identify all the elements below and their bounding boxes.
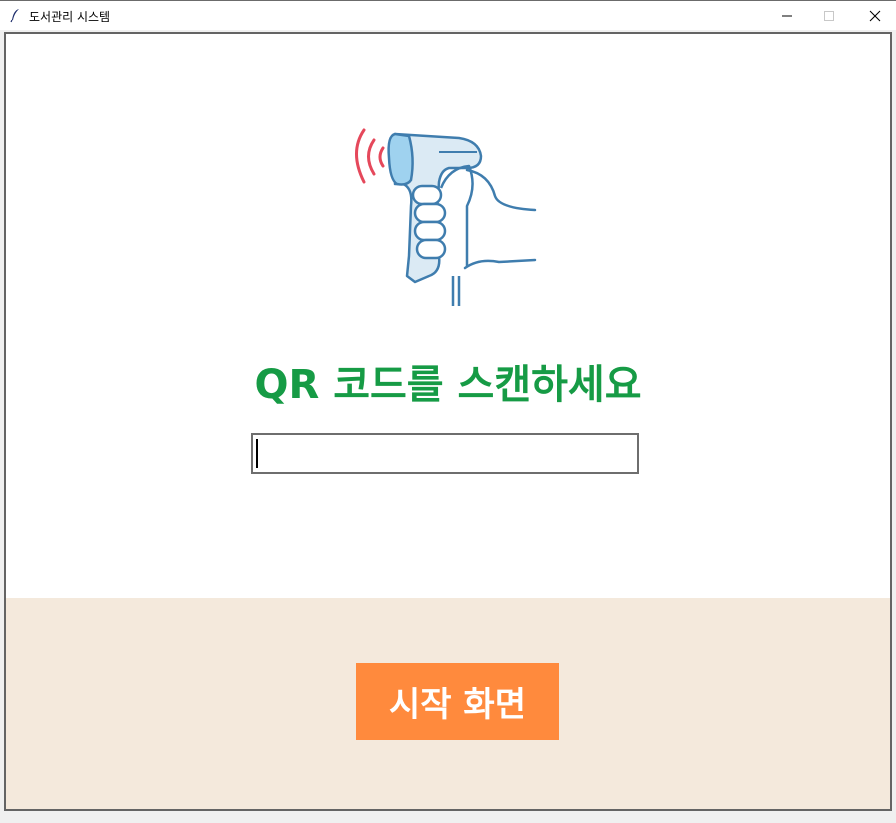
start-screen-button[interactable]: 시작 화면	[356, 663, 559, 740]
scan-prompt-heading: QR 코드를 스캔하세요	[254, 362, 642, 408]
close-icon	[869, 10, 881, 21]
barcode-scanner-icon	[355, 128, 537, 306]
close-button[interactable]	[852, 1, 896, 30]
minimize-icon	[782, 15, 792, 16]
title-bar[interactable]: 도서관리 시스템	[0, 0, 896, 30]
maximize-icon	[824, 10, 834, 21]
text-cursor	[256, 439, 258, 468]
main-content: QR 코드를 스캔하세요 시작 화면	[4, 32, 892, 811]
app-window: 도서관리 시스템 QR 코드를 스캔하세요 시작 화면	[0, 0, 896, 823]
qr-code-input[interactable]	[251, 433, 639, 474]
maximize-button[interactable]	[806, 1, 852, 30]
feather-icon	[10, 9, 19, 23]
window-title: 도서관리 시스템	[29, 10, 111, 24]
footer-panel: 시작 화면	[6, 598, 890, 809]
minimize-button[interactable]	[764, 1, 810, 30]
